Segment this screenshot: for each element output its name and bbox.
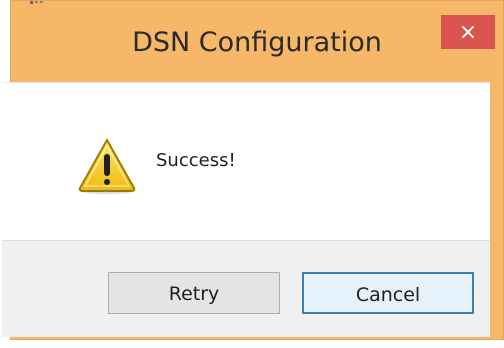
dialog-message: Success! [156,150,236,171]
desktop: DSN Configuration × Success! Retry Cance… [0,0,504,348]
close-button[interactable]: × [441,15,495,49]
window-title: DSN Configuration [132,27,382,58]
cancel-button[interactable]: Cancel [302,272,474,314]
retry-button[interactable]: Retry [108,272,280,314]
close-icon: × [458,19,478,45]
title-bar[interactable]: DSN Configuration × [11,1,503,83]
system-menu-icon[interactable] [29,1,45,11]
warning-icon [78,137,136,194]
